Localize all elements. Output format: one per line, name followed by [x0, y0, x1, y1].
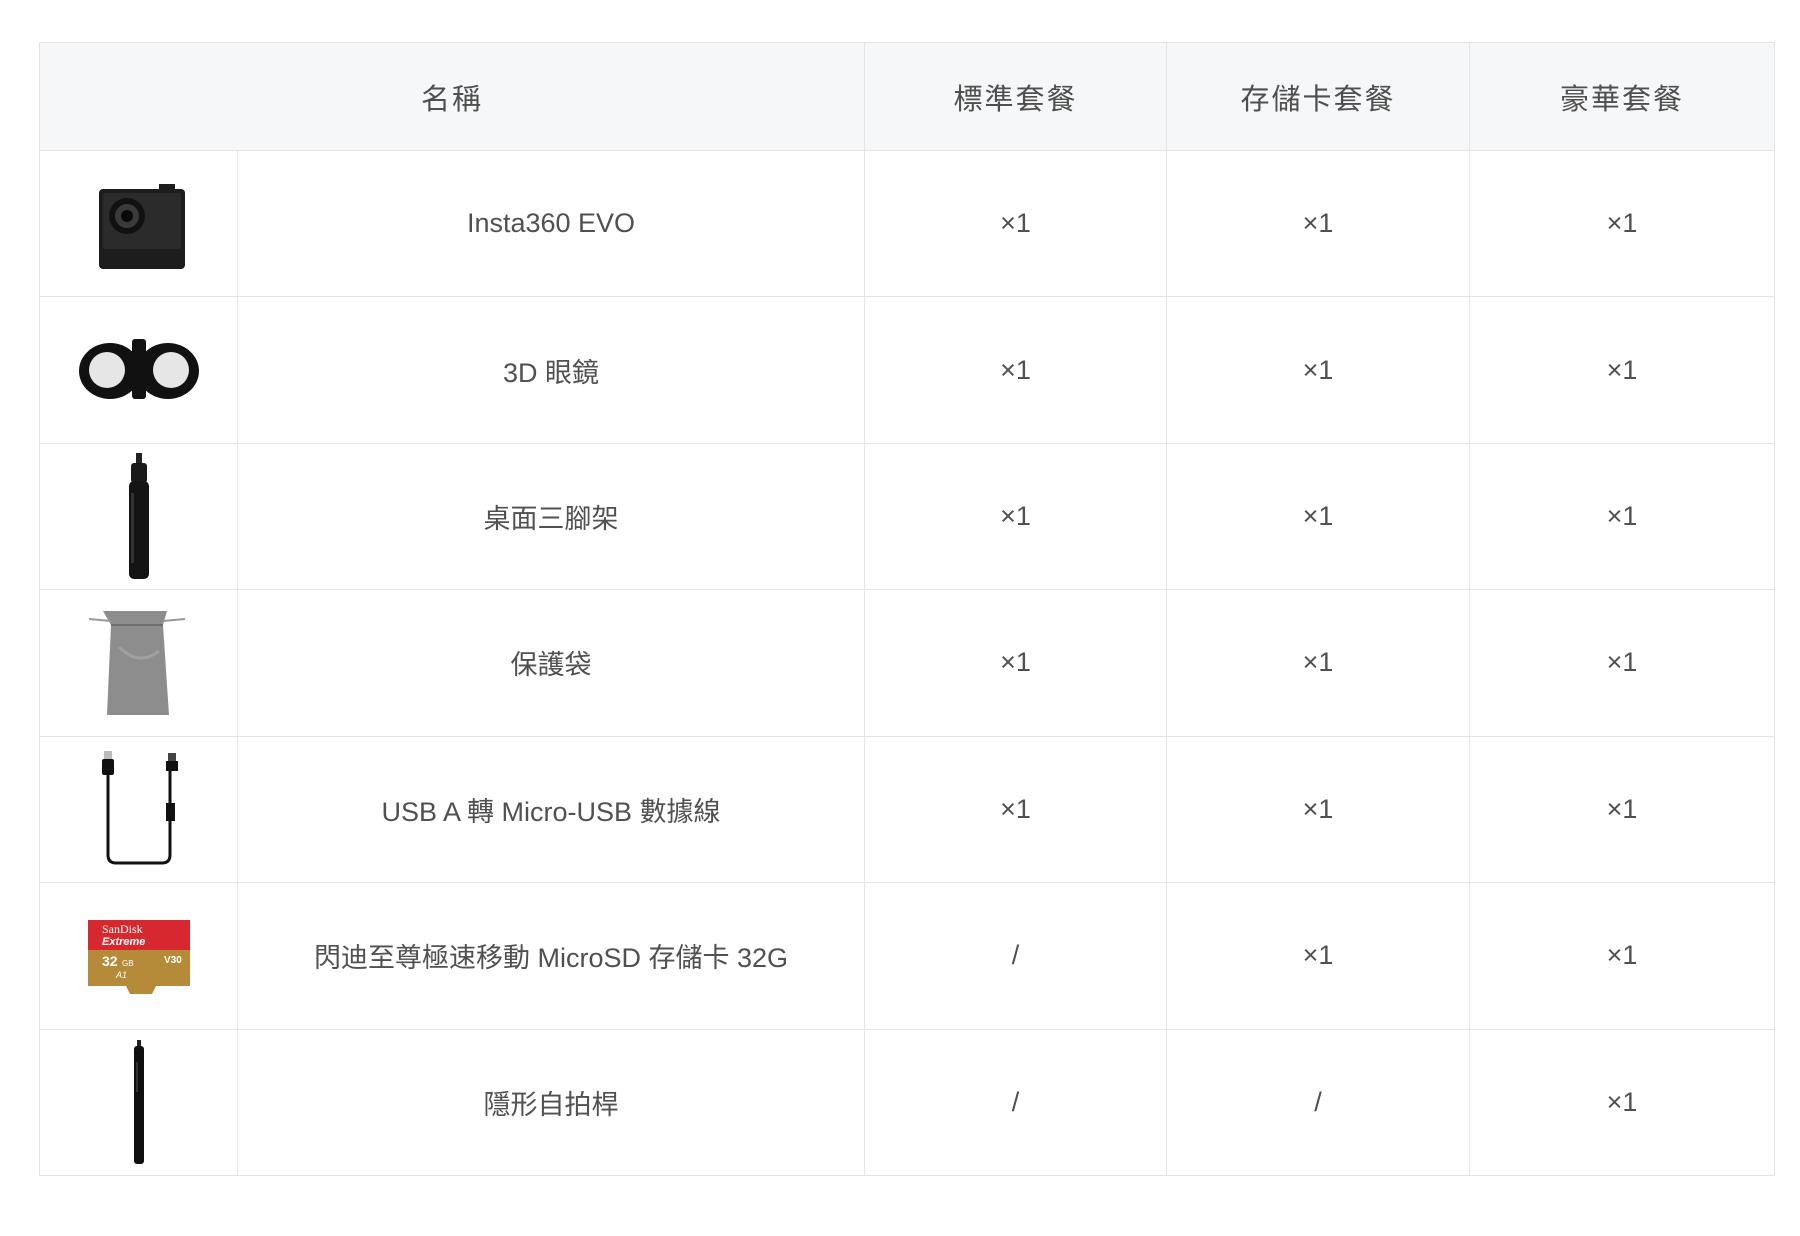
- qty-storage: ×1: [1166, 735, 1471, 884]
- package-comparison-table: 名稱 標準套餐 存儲卡套餐 豪華套餐 Insta360 EVO ×1 ×1 ×1…: [38, 42, 1776, 1177]
- qty-deluxe: ×1: [1469, 149, 1776, 298]
- table-row: 保護袋 ×1 ×1 ×1: [39, 589, 1776, 737]
- table-row: 3D 眼鏡 ×1 ×1 ×1: [39, 296, 1776, 444]
- sd-card-capacity: 32: [102, 953, 118, 969]
- header-deluxe-package: 豪華套餐: [1469, 42, 1776, 151]
- qty-storage: ×1: [1166, 589, 1471, 737]
- qty-storage: ×1: [1166, 882, 1471, 1030]
- qty-deluxe: ×1: [1469, 589, 1776, 737]
- sd-card-brand: SanDisk: [102, 922, 143, 936]
- qty-standard: /: [864, 882, 1168, 1030]
- header-storage-card-package: 存儲卡套餐: [1166, 42, 1471, 151]
- camera-icon: [98, 183, 185, 269]
- item-name: 保護袋: [236, 589, 866, 737]
- sd-card-line: Extreme: [102, 936, 145, 948]
- qty-standard: ×1: [864, 296, 1168, 444]
- header-standard-package: 標準套餐: [864, 42, 1168, 151]
- sd-card-icon: SanDisk Extreme 32 GB V30 A1: [87, 919, 190, 994]
- item-image: [39, 149, 238, 298]
- qty-standard: ×1: [864, 589, 1168, 737]
- qty-deluxe: ×1: [1469, 1028, 1776, 1177]
- pouch-icon: [88, 610, 185, 715]
- qty-storage: /: [1166, 1028, 1471, 1177]
- 3d-glasses-icon: [78, 339, 199, 400]
- qty-standard: ×1: [864, 735, 1168, 884]
- table-row: Insta360 EVO ×1 ×1 ×1: [39, 149, 1776, 298]
- item-name: 閃迪至尊極速移動 MicroSD 存儲卡 32G: [236, 882, 866, 1030]
- qty-storage: ×1: [1166, 149, 1471, 298]
- item-image: SanDisk Extreme 32 GB V30 A1: [39, 882, 238, 1030]
- qty-standard: /: [864, 1028, 1168, 1177]
- item-name: Insta360 EVO: [236, 149, 866, 298]
- table-row: 桌面三腳架 ×1 ×1 ×1: [39, 442, 1776, 591]
- item-name: USB A 轉 Micro-USB 數據線: [236, 735, 866, 884]
- sd-card-class: A1: [115, 970, 127, 980]
- qty-storage: ×1: [1166, 296, 1471, 444]
- table-row: USB A 轉 Micro-USB 數據線 ×1 ×1 ×1: [39, 735, 1776, 884]
- sd-card-speed: V30: [164, 955, 182, 966]
- qty-deluxe: ×1: [1469, 882, 1776, 1030]
- item-name: 隱形自拍桿: [236, 1028, 866, 1177]
- qty-deluxe: ×1: [1469, 296, 1776, 444]
- item-image: [39, 296, 238, 444]
- header-name: 名稱: [38, 42, 866, 151]
- usb-cable-icon: [101, 751, 178, 865]
- table-row: 隱形自拍桿 / / ×1: [39, 1028, 1776, 1177]
- item-image: [39, 442, 238, 591]
- item-image: [39, 1028, 238, 1177]
- item-image: [39, 735, 238, 884]
- sd-card-unit: GB: [122, 959, 134, 968]
- item-image: [39, 589, 238, 737]
- qty-storage: ×1: [1166, 442, 1471, 591]
- tripod-icon: [128, 452, 149, 579]
- selfie-stick-icon: [133, 1040, 144, 1165]
- table-header-row: 名稱 標準套餐 存儲卡套餐 豪華套餐: [38, 42, 1776, 151]
- qty-deluxe: ×1: [1469, 735, 1776, 884]
- item-name: 3D 眼鏡: [236, 296, 866, 444]
- qty-deluxe: ×1: [1469, 442, 1776, 591]
- table-row: SanDisk Extreme 32 GB V30 A1 閃迪至尊極速移動 Mi…: [39, 882, 1776, 1030]
- qty-standard: ×1: [864, 442, 1168, 591]
- qty-standard: ×1: [864, 149, 1168, 298]
- item-name: 桌面三腳架: [236, 442, 866, 591]
